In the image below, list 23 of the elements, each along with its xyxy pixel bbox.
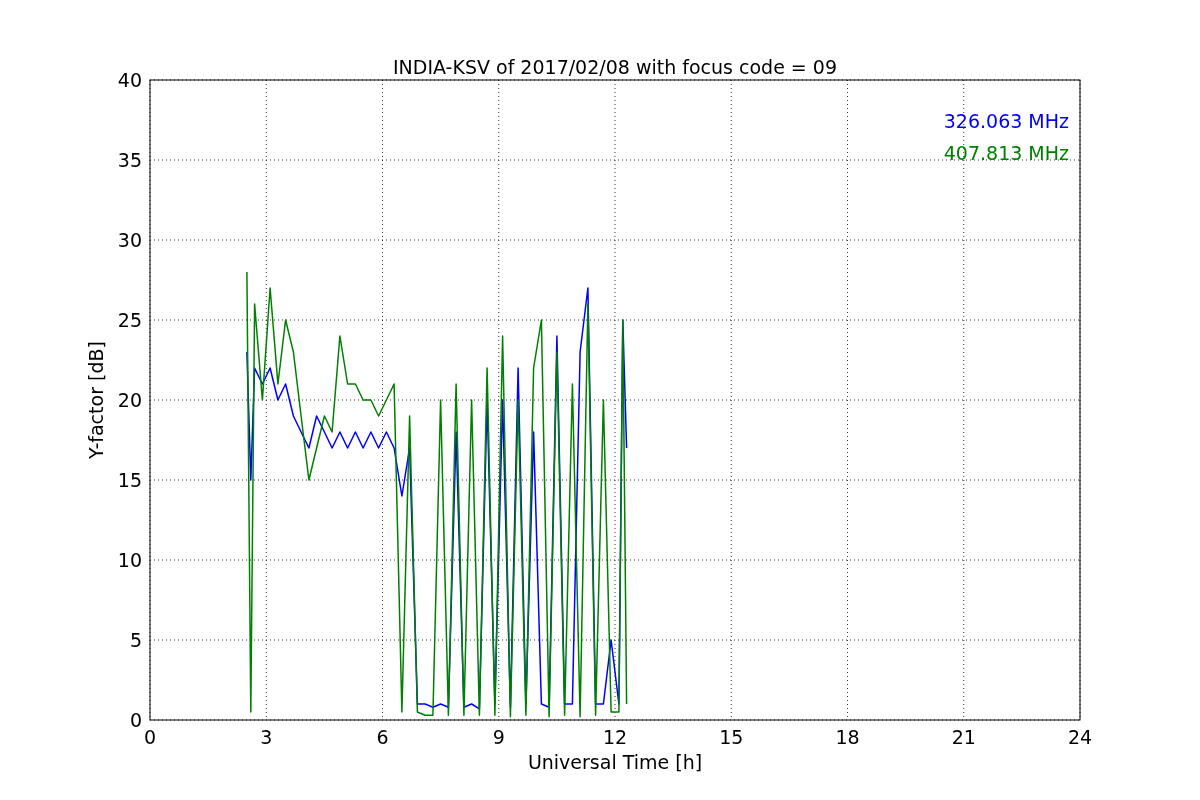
- legend-label: 407.813 MHz: [943, 142, 1069, 164]
- x-tick-label: 18: [835, 726, 860, 748]
- y-tick-label: 15: [117, 469, 142, 491]
- x-tick-label: 3: [260, 726, 273, 748]
- y-tick-label: 40: [117, 69, 142, 91]
- chart-title: INDIA-KSV of 2017/02/08 with focus code = 09: [393, 56, 837, 78]
- x-tick-label: 6: [376, 726, 389, 748]
- legend-label: 326.063 MHz: [943, 110, 1069, 132]
- x-tick-label: 24: [1067, 726, 1093, 748]
- y-axis-label: Y-factor [dB]: [85, 341, 107, 459]
- y-tick-label: 35: [117, 149, 142, 171]
- x-tick-label: 9: [492, 726, 505, 748]
- x-tick-label: 0: [143, 726, 157, 748]
- x-tick-label: 12: [602, 726, 628, 748]
- y-tick-label: 0: [129, 709, 142, 731]
- x-tick-label: 15: [719, 726, 744, 748]
- y-tick-label: 10: [117, 549, 142, 571]
- y-tick-label: 5: [129, 629, 142, 651]
- y-tick-label: 30: [117, 229, 142, 251]
- x-tick-label: 21: [951, 726, 976, 748]
- y-tick-label: 20: [117, 389, 142, 411]
- y-tick-label: 25: [117, 309, 142, 331]
- x-axis-label: Universal Time [h]: [527, 751, 703, 773]
